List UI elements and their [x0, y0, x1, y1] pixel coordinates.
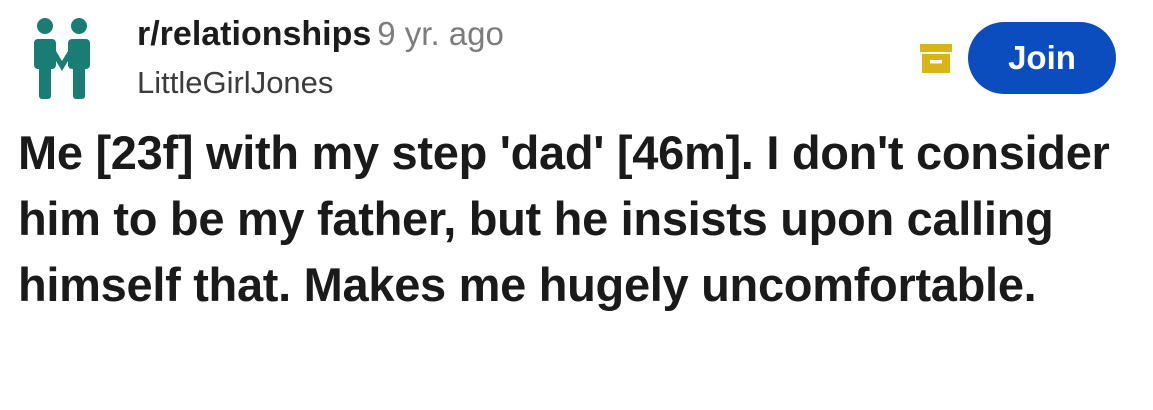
subreddit-link[interactable]: r/relationships: [137, 15, 371, 53]
archive-icon: [919, 41, 953, 75]
post-title[interactable]: Me [23f] with my step 'dad' [46m]. I don…: [18, 120, 1138, 318]
post-meta: r/relationships 9 yr. ago LittleGirlJones: [137, 12, 504, 103]
two-people-icon: [34, 18, 90, 99]
post-age: 9 yr. ago: [377, 15, 504, 52]
meta-line: r/relationships 9 yr. ago: [137, 12, 504, 63]
join-button[interactable]: Join: [968, 22, 1116, 94]
author-link[interactable]: LittleGirlJones: [137, 63, 504, 103]
post-card: r/relationships 9 yr. ago LittleGirlJones…: [0, 0, 1153, 410]
community-avatar[interactable]: [30, 17, 94, 101]
post-header: r/relationships 9 yr. ago LittleGirlJones…: [0, 0, 1153, 110]
